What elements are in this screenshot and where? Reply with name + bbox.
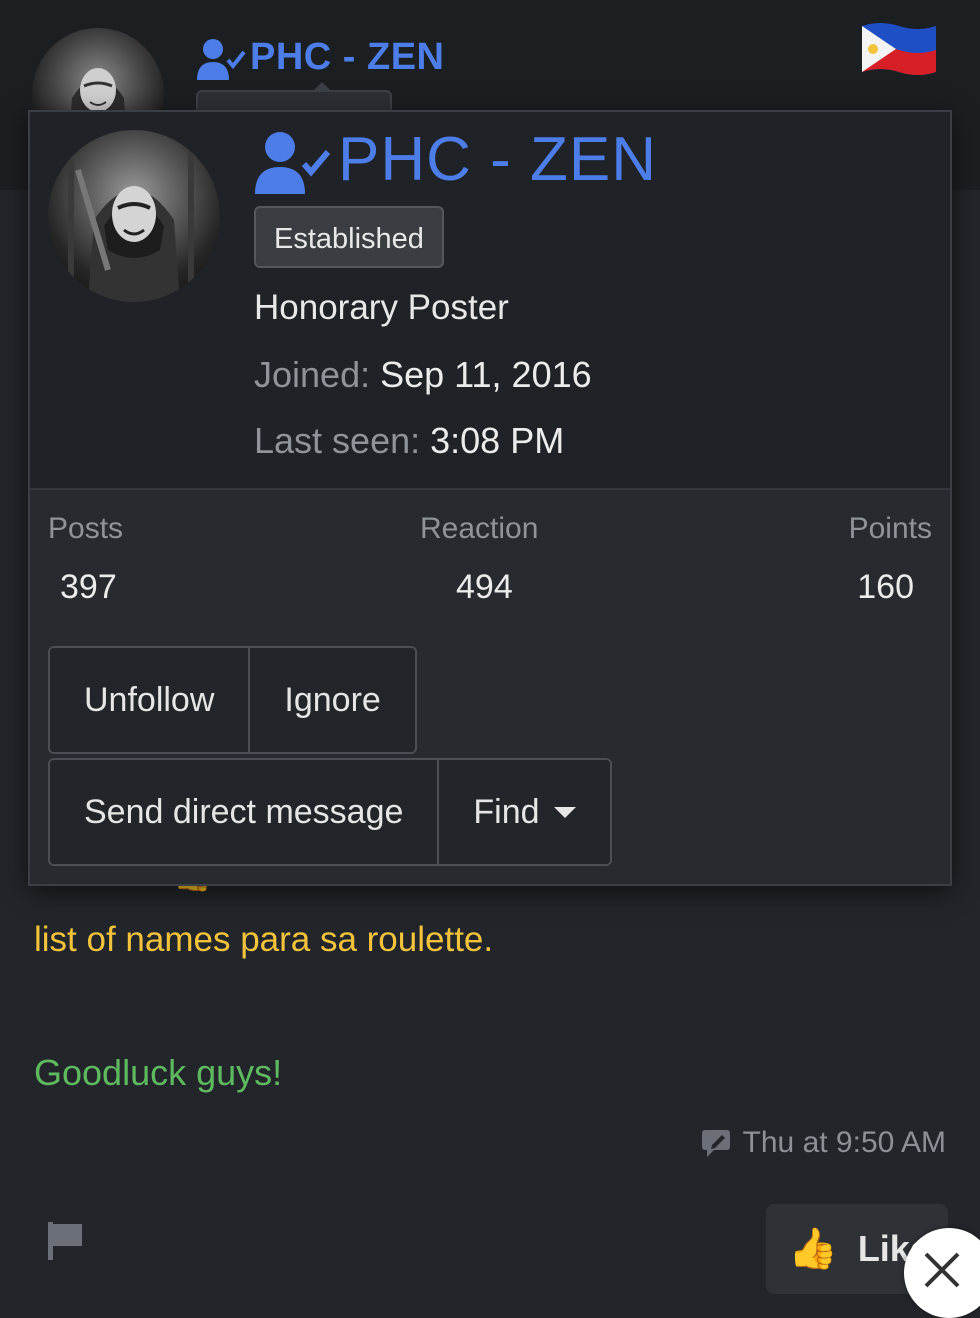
thumbs-up-icon: 👍	[788, 1227, 838, 1271]
report-flag-icon[interactable]	[44, 1218, 88, 1262]
find-dropdown-button[interactable]: Find	[437, 760, 610, 864]
post-text-line: list of names para sa roulette.	[34, 920, 494, 959]
member-avatar[interactable]	[48, 130, 220, 302]
edit-icon	[701, 1130, 730, 1157]
timestamp-text[interactable]: Thu at 9:50 AM	[743, 1126, 946, 1160]
find-label: Find	[473, 792, 540, 831]
member-tooltip-card: PHC - ZEN Established Honorary Poster Jo…	[28, 110, 952, 886]
joined-label: Joined:	[254, 354, 371, 395]
send-direct-message-button[interactable]: Send direct message	[50, 760, 438, 864]
message-find-group: Send direct message Find	[48, 758, 612, 866]
joined-info: Joined: Sep 11, 2016	[254, 354, 592, 396]
caret-down-icon	[553, 806, 576, 818]
author-username-link[interactable]: PHC - ZEN	[250, 36, 445, 79]
stat-reaction: Reaction 494	[420, 512, 538, 607]
stat-label: Points	[848, 512, 932, 545]
unfollow-button[interactable]: Unfollow	[50, 648, 249, 752]
stat-value[interactable]: 160	[849, 568, 932, 607]
close-icon	[924, 1252, 960, 1288]
philippines-flag-icon	[862, 23, 936, 75]
user-verified-icon	[255, 132, 330, 194]
member-username-link[interactable]: PHC - ZEN	[338, 124, 657, 195]
member-card-header: PHC - ZEN Established Honorary Poster Jo…	[30, 112, 950, 490]
ignore-button[interactable]: Ignore	[248, 648, 415, 752]
stat-label: Posts	[48, 512, 124, 545]
user-verified-icon	[197, 39, 246, 80]
stat-value[interactable]: 397	[48, 568, 123, 607]
post-timestamp[interactable]: Thu at 9:50 AM	[701, 1126, 946, 1160]
stat-label: Reaction	[420, 512, 539, 545]
follow-ignore-group: Unfollow Ignore	[48, 646, 417, 754]
last-seen-info: Last seen: 3:08 PM	[254, 420, 564, 462]
last-seen-label: Last seen:	[254, 420, 421, 461]
stat-posts[interactable]: Posts 397	[48, 512, 123, 607]
joined-value: Sep 11, 2016	[380, 354, 592, 395]
last-seen-value[interactable]: 3:08 PM	[430, 420, 564, 461]
status-badge: Established	[254, 206, 444, 268]
stat-points[interactable]: Points 160	[849, 512, 932, 607]
stat-value: 494	[456, 568, 513, 606]
post-text-goodluck: Goodluck guys!	[34, 1052, 283, 1093]
close-button[interactable]	[904, 1228, 980, 1318]
user-title: Honorary Poster	[254, 288, 509, 327]
